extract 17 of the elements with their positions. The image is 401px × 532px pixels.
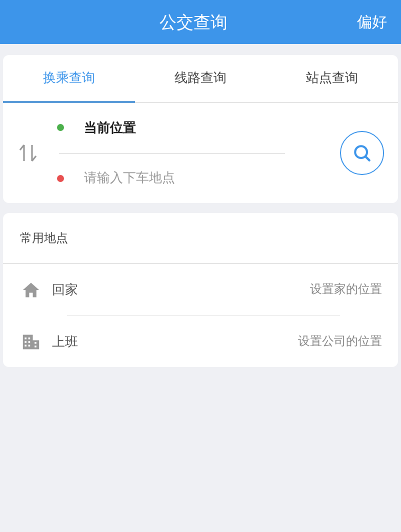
swap-icon[interactable] xyxy=(19,143,37,163)
location-field[interactable]: 请输入下车地点 xyxy=(84,171,261,186)
place-hint: 设置家的位置 xyxy=(310,281,382,298)
tab[interactable]: 线路查询 xyxy=(134,55,266,103)
place-label: 上班 xyxy=(52,334,78,350)
location-field[interactable]: 当前位置 xyxy=(84,120,264,135)
place-row[interactable]: 回家 设置家的位置 xyxy=(3,264,398,315)
house-icon xyxy=(22,280,40,298)
page-title: 公交查询 xyxy=(160,12,228,34)
search-button[interactable] xyxy=(340,131,384,175)
tab[interactable]: 站点查询 xyxy=(266,55,398,103)
place-hint: 设置公司的位置 xyxy=(298,333,382,350)
place-label: 回家 xyxy=(52,282,78,298)
search-icon xyxy=(351,142,373,164)
section-title: 常用地点 xyxy=(3,213,398,264)
building-icon xyxy=(22,332,40,350)
place-row[interactable]: 上班 设置公司的位置 xyxy=(3,316,398,367)
